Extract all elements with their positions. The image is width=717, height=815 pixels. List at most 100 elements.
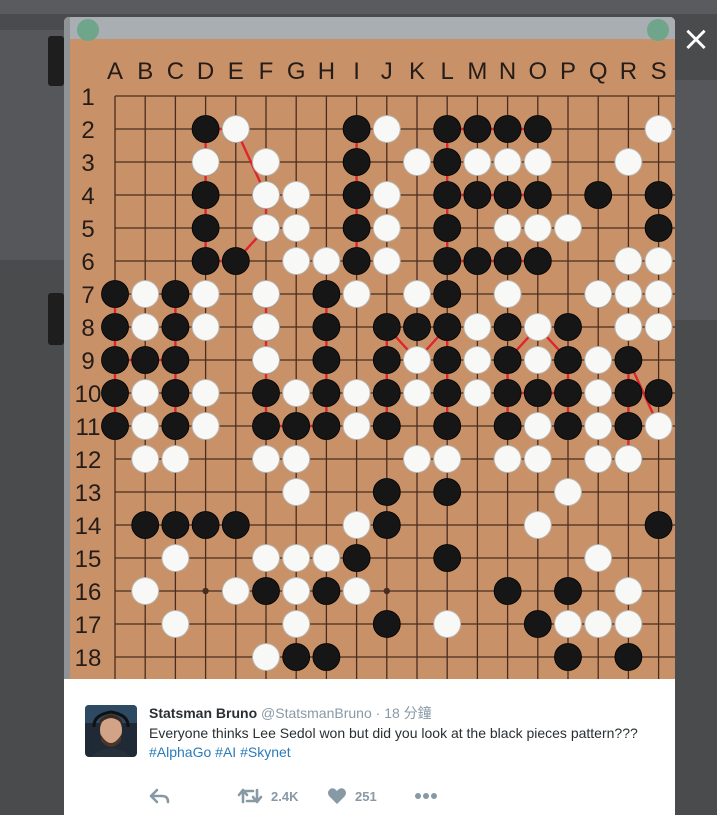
white-stone bbox=[282, 181, 311, 209]
white-stone bbox=[282, 247, 311, 275]
white-stone bbox=[614, 247, 643, 275]
background-thumbnail bbox=[48, 36, 64, 86]
white-stone bbox=[342, 379, 371, 407]
white-stone bbox=[523, 511, 552, 539]
black-stone bbox=[644, 181, 673, 209]
white-stone bbox=[403, 346, 431, 374]
tweet: Statsman Bruno @StatsmanBruno · 18 分鐘 Ev… bbox=[64, 679, 675, 815]
more-icon bbox=[415, 793, 437, 799]
black-stone bbox=[372, 412, 401, 440]
white-stone bbox=[614, 148, 643, 176]
white-stone bbox=[252, 643, 280, 671]
black-stone bbox=[433, 280, 462, 308]
row-label: 3 bbox=[81, 150, 94, 177]
column-label: D bbox=[197, 58, 214, 85]
black-stone bbox=[614, 643, 643, 671]
tweet-author-handle[interactable]: @StatsmanBruno bbox=[261, 705, 372, 721]
tweet-body: Everyone thinks Lee Sedol won but did yo… bbox=[149, 725, 638, 741]
avatar[interactable] bbox=[85, 705, 137, 757]
white-stone bbox=[463, 148, 492, 176]
white-stone bbox=[584, 445, 613, 473]
black-stone bbox=[493, 247, 522, 275]
black-stone bbox=[161, 280, 190, 308]
white-stone bbox=[131, 445, 160, 473]
white-stone bbox=[614, 280, 643, 308]
white-stone bbox=[644, 115, 673, 143]
column-label: E bbox=[228, 58, 244, 85]
white-stone bbox=[131, 313, 160, 341]
white-stone bbox=[584, 610, 613, 638]
black-stone bbox=[523, 247, 552, 275]
white-stone bbox=[221, 115, 250, 143]
white-stone bbox=[131, 412, 160, 440]
white-stone bbox=[403, 379, 431, 407]
white-stone bbox=[252, 445, 280, 473]
black-stone bbox=[372, 610, 401, 638]
reply-button[interactable] bbox=[149, 787, 171, 805]
black-stone bbox=[523, 115, 552, 143]
reply-icon bbox=[149, 788, 170, 804]
white-stone bbox=[523, 412, 552, 440]
black-stone bbox=[191, 214, 220, 242]
column-label: H bbox=[318, 58, 335, 85]
tweet-text: Everyone thinks Lee Sedol won but did yo… bbox=[149, 724, 649, 762]
white-stone bbox=[252, 280, 280, 308]
column-label: S bbox=[651, 58, 667, 85]
tweet-author-name[interactable]: Statsman Bruno bbox=[149, 705, 257, 721]
black-stone bbox=[161, 346, 190, 374]
white-stone bbox=[191, 148, 220, 176]
heart-icon bbox=[328, 788, 346, 804]
star-point bbox=[202, 587, 209, 595]
black-stone bbox=[614, 412, 643, 440]
close-button[interactable]: × bbox=[681, 22, 711, 56]
black-stone bbox=[312, 412, 341, 440]
white-stone bbox=[584, 280, 613, 308]
row-label: 6 bbox=[81, 249, 94, 276]
white-stone bbox=[463, 313, 492, 341]
white-stone bbox=[523, 445, 552, 473]
white-stone bbox=[463, 346, 492, 374]
tweet-separator: · bbox=[371, 705, 385, 721]
black-stone bbox=[554, 313, 582, 341]
row-label: 11 bbox=[76, 414, 101, 441]
black-stone bbox=[312, 577, 341, 605]
white-stone bbox=[493, 280, 522, 308]
more-button[interactable] bbox=[414, 787, 438, 805]
black-stone bbox=[312, 313, 341, 341]
white-stone bbox=[342, 511, 371, 539]
white-stone bbox=[282, 478, 311, 506]
row-label: 17 bbox=[75, 612, 102, 639]
black-stone bbox=[433, 412, 462, 440]
white-stone bbox=[554, 478, 582, 506]
retweet-button[interactable]: 2.4K bbox=[237, 787, 298, 805]
black-stone bbox=[101, 412, 129, 440]
white-stone bbox=[614, 610, 643, 638]
black-stone bbox=[342, 115, 371, 143]
black-stone bbox=[282, 643, 311, 671]
white-stone bbox=[191, 379, 220, 407]
white-stone bbox=[403, 280, 431, 308]
white-stone bbox=[282, 544, 311, 572]
white-stone bbox=[191, 313, 220, 341]
black-stone bbox=[403, 313, 431, 341]
black-stone bbox=[101, 379, 129, 407]
black-stone bbox=[342, 544, 371, 572]
black-stone bbox=[644, 511, 673, 539]
white-stone bbox=[433, 445, 462, 473]
row-label: 14 bbox=[75, 513, 102, 540]
white-stone bbox=[252, 544, 280, 572]
hashtag-alphago[interactable]: #AlphaGo bbox=[149, 744, 211, 760]
white-stone bbox=[644, 313, 673, 341]
white-stone bbox=[372, 247, 401, 275]
white-stone bbox=[342, 412, 371, 440]
black-stone bbox=[161, 313, 190, 341]
black-stone bbox=[131, 346, 160, 374]
black-stone bbox=[372, 511, 401, 539]
like-button[interactable]: 251 bbox=[327, 787, 377, 805]
white-stone bbox=[282, 445, 311, 473]
hashtag-ai[interactable]: #AI bbox=[215, 744, 236, 760]
tweet-timestamp[interactable]: 18 分鐘 bbox=[384, 705, 431, 721]
white-stone bbox=[493, 214, 522, 242]
black-stone bbox=[312, 280, 341, 308]
hashtag-skynet[interactable]: #Skynet bbox=[240, 744, 291, 760]
